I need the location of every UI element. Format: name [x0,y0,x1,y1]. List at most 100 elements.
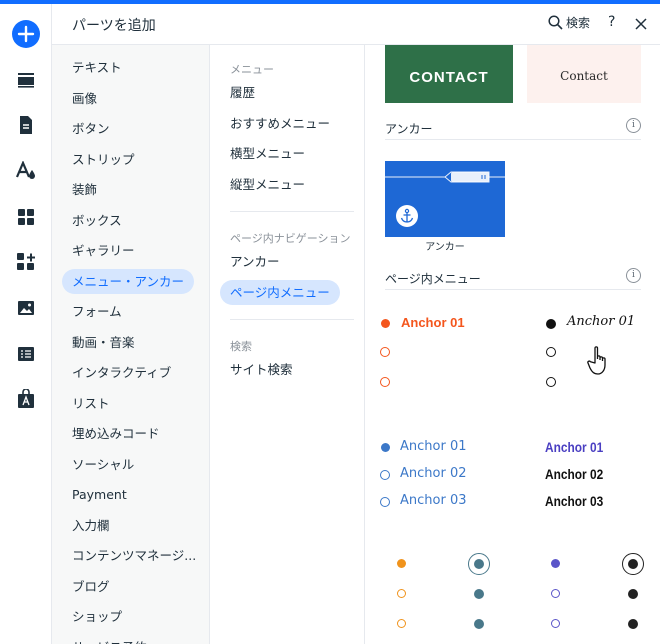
subcategory-anchor[interactable]: アンカー [220,249,290,274]
menu2-anchor-1: Anchor 01 [567,314,636,329]
menu4-anchor-3: Anchor 03 [545,493,604,509]
apps-button[interactable] [10,201,42,233]
cms-button[interactable] [10,338,42,370]
search-section-title: 検索 [230,340,252,353]
design-icon [15,161,35,179]
category-item[interactable]: ブログ [62,574,120,599]
media-button[interactable] [10,292,42,324]
sections-icon [18,73,34,88]
category-item[interactable]: メニュー・アンカー [62,268,195,294]
help-button[interactable]: ? [608,14,615,30]
info-icon[interactable]: i [626,268,641,283]
category-item[interactable]: リスト [62,391,120,416]
category-item[interactable]: ショップ [62,604,132,629]
panel-header: パーツを追加 検索 ? [52,4,660,45]
anchor-section-header: アンカー i [385,112,641,140]
page-menu-dots-black[interactable] [621,553,647,637]
menu3-anchor-1: Anchor 01 [400,439,467,454]
add-apps-button[interactable] [10,246,42,278]
hand-cursor-icon [587,346,606,375]
anchor-dot-empty [551,589,560,598]
category-item[interactable]: 埋め込みコード [62,421,170,446]
page-menu-dots-purple[interactable] [545,553,567,637]
element-gallery: CONTACT Contact アンカー i アンカー ページ内メニュー i A… [365,45,660,644]
page-menu-dots-orange[interactable] [391,553,413,637]
anchor-dot-empty [380,470,390,480]
close-button[interactable] [634,14,648,35]
anchor-dot-filled [628,619,638,629]
category-item[interactable]: ボックス [62,208,132,233]
anchor-dot-filled [474,619,484,629]
category-item[interactable]: ギャラリー [62,238,145,263]
subcategory-site-search[interactable]: サイト検索 [220,357,303,382]
info-icon[interactable]: i [626,118,641,133]
anchor-dot-empty [380,377,390,387]
category-item[interactable]: Payment [62,482,137,507]
search-label: 検索 [566,16,591,30]
anchor-dot-filled [628,589,638,599]
anchor-dot-empty [397,619,406,628]
business-button[interactable] [10,383,42,415]
design-button[interactable] [10,155,42,187]
pages-icon [20,116,32,134]
subcategory-history[interactable]: 履歴 [220,80,265,105]
category-item[interactable]: ボタン [62,116,120,141]
category-item[interactable]: 動画・音楽 [62,330,145,355]
category-item[interactable]: 入力欄 [62,513,120,538]
category-item[interactable]: ストリップ [62,147,145,172]
apps-icon [18,209,34,225]
subcategory-page-menu[interactable]: ページ内メニュー [220,280,340,305]
subcategory-recommended-menu[interactable]: おすすめメニュー [220,111,340,136]
page-menu-dots-teal[interactable] [467,553,493,637]
anchor-dot-empty [380,497,390,507]
category-item[interactable]: コンテンツマネージ... [62,543,206,568]
anchor-dot-filled [551,559,560,568]
add-icon [12,20,40,48]
category-item[interactable]: フォーム [62,299,132,324]
category-list: テキスト画像ボタンストリップ装飾ボックスギャラリーメニュー・アンカー フォーム動画… [52,45,210,644]
close-icon [635,18,647,30]
anchor-dot-filled [546,319,556,329]
page-menu-bold[interactable]: Anchor 01 Anchor 02 Anchor 03 [541,433,651,517]
category-item[interactable]: 装飾 [62,177,107,202]
category-item[interactable]: サービス予約 [62,635,157,644]
menu-section-title: メニュー [230,63,274,76]
anchor-dot-filled [397,559,406,568]
anchor-dot-filled [381,319,390,328]
anchor-tile-graphic [385,171,505,227]
menu4-anchor-1: Anchor 01 [545,439,604,455]
add-elements-button[interactable] [10,18,42,50]
section-divider [230,211,354,212]
contact-green-label: CONTACT [409,69,489,86]
add-apps-icon [17,253,35,270]
page-menu-blue[interactable]: Anchor 01 Anchor 02 Anchor 03 [375,433,503,517]
anchor-dot-empty [551,619,560,628]
business-icon [18,389,34,408]
page-menu-section-header: ページ内メニュー i [385,262,641,290]
section-divider [230,319,354,320]
search-button[interactable]: 検索 [548,14,590,31]
anchor-tile[interactable] [385,161,505,237]
anchor-dot-empty [546,347,556,357]
page-menu-section-title: ページ内メニュー [385,272,481,286]
contact-green-tile[interactable]: CONTACT [385,45,513,103]
media-icon [18,301,34,315]
subcategory-vertical-menu[interactable]: 縦型メニュー [220,172,315,197]
category-item[interactable]: インタラクティブ [62,360,181,385]
sections-button[interactable] [10,64,42,96]
subcategory-horizontal-menu[interactable]: 横型メニュー [220,141,315,166]
anchor-dot-filled [628,559,638,569]
pages-button[interactable] [10,109,42,141]
anchor-dot-filled [474,589,484,599]
anchor-dot-empty [397,589,406,598]
contact-pink-label: Contact [560,69,608,83]
subcategory-list: メニュー 履歴 おすすめメニュー 横型メニュー 縦型メニュー ページ内ナビゲーシ… [210,45,365,644]
anchor-dot-empty [380,347,390,357]
anchor-dot-filled [381,443,390,452]
category-item[interactable]: ソーシャル [62,452,144,477]
category-item[interactable]: 画像 [62,86,107,111]
menu1-anchor-1: Anchor 01 [401,315,465,330]
page-menu-orange[interactable]: Anchor 01 [375,305,503,395]
category-item[interactable]: テキスト [62,55,132,80]
contact-pink-tile[interactable]: Contact [527,45,641,103]
